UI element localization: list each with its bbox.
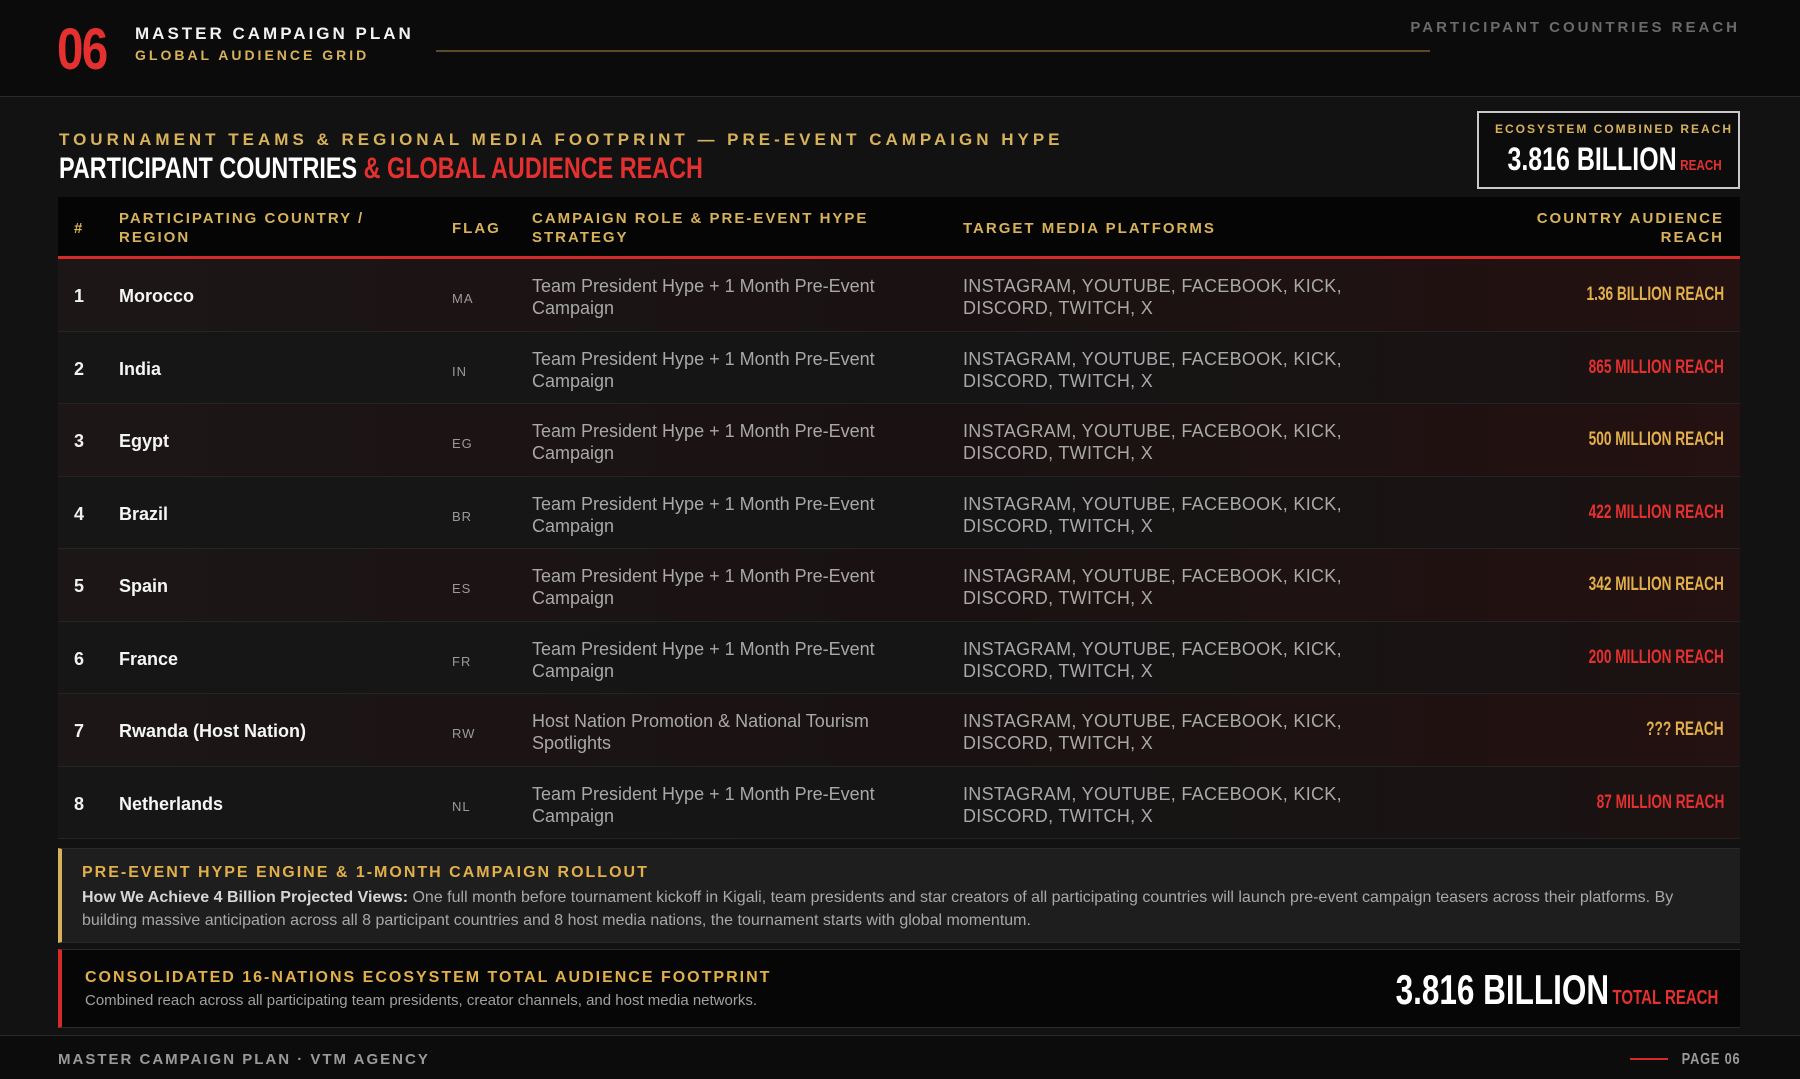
campaign-role: Team President Hype + 1 Month Pre-Event …	[532, 493, 875, 536]
row-number: 8	[74, 793, 85, 814]
country-reach: 1.36 BILLION REACH	[1586, 284, 1724, 305]
hype-engine-body: How We Achieve 4 Billion Projected Views…	[82, 886, 1722, 932]
col-header-reach: COUNTRY AUDIENCE REACH	[1536, 210, 1724, 246]
headline-white: PARTICIPANT COUNTRIES	[59, 152, 364, 185]
country-reach: 342 MILLION REACH	[1588, 574, 1724, 595]
country-flag-code: MA	[452, 291, 474, 306]
target-platforms: INSTAGRAM, YOUTUBE, FACEBOOK, KICK, DISC…	[963, 711, 1342, 753]
country-flag-code: EG	[452, 436, 473, 451]
table-row: 5 Spain ES Team President Hype + 1 Month Pr…	[58, 549, 1740, 622]
campaign-role: Team President Hype + 1 Month Pre-Event …	[532, 638, 875, 681]
target-platforms: INSTAGRAM, YOUTUBE, FACEBOOK, KICK, DISC…	[963, 493, 1342, 536]
target-platforms: INSTAGRAM, YOUTUBE, FACEBOOK, KICK, DISC…	[963, 276, 1342, 318]
country-flag-code: NL	[452, 798, 471, 814]
table-body: 1 Morocco MA Team President Hype + 1 Month …	[58, 259, 1740, 839]
campaign-role: Team President Hype + 1 Month Pre-Event …	[532, 566, 875, 608]
country-reach: 500 MILLION REACH	[1588, 429, 1724, 450]
consolidated-footprint-bar: CONSOLIDATED 16-NATIONS ECOSYSTEM TOTAL …	[58, 949, 1740, 1028]
table-header: # PARTICIPATING COUNTRY / REGION FLAG CA…	[58, 197, 1740, 259]
consolidated-unit: TOTAL REACH	[1612, 987, 1718, 1009]
header-divider	[436, 50, 1430, 52]
country-reach: 87 MILLION REACH	[1596, 791, 1724, 813]
consolidated-title: CONSOLIDATED 16-NATIONS ECOSYSTEM TOTAL …	[85, 969, 772, 986]
row-number: 5	[74, 576, 85, 596]
ecosystem-reach-box: ECOSYSTEM COMBINED REACH 3.816 BILLION R…	[1477, 111, 1740, 189]
col-header-country: PARTICIPATING COUNTRY / REGION	[119, 210, 365, 246]
col-header-flag: FLAG	[452, 220, 501, 237]
row-number: 7	[74, 721, 85, 741]
hype-engine-title: PRE-EVENT HYPE ENGINE & 1-MONTH CAMPAIGN…	[82, 864, 649, 881]
consolidated-subtitle: Combined reach across all participating …	[85, 992, 758, 1009]
row-number: 3	[74, 431, 85, 451]
hype-engine-lead: How We Achieve 4 Billion Projected Views…	[82, 889, 409, 906]
country-name: Egypt	[119, 431, 170, 451]
target-platforms: INSTAGRAM, YOUTUBE, FACEBOOK, KICK, DISC…	[963, 348, 1342, 391]
row-number: 2	[74, 358, 85, 379]
target-platforms: INSTAGRAM, YOUTUBE, FACEBOOK, KICK, DISC…	[963, 421, 1342, 463]
target-platforms: INSTAGRAM, YOUTUBE, FACEBOOK, KICK, DISC…	[963, 638, 1342, 681]
hype-engine-callout: PRE-EVENT HYPE ENGINE & 1-MONTH CAMPAIGN…	[58, 848, 1740, 943]
col-header-num: #	[74, 220, 85, 237]
page-title: PARTICIPANT COUNTRIES & GLOBAL AUDIENCE …	[59, 152, 703, 186]
country-name: France	[119, 648, 179, 669]
header-subtitle: GLOBAL AUDIENCE GRID	[135, 47, 370, 63]
campaign-role: Team President Hype + 1 Month Pre-Event …	[532, 348, 875, 391]
country-reach: ??? REACH	[1646, 719, 1724, 740]
footer-label: MASTER CAMPAIGN PLAN · VTM AGENCY	[58, 1051, 430, 1068]
section-kicker: TOURNAMENT TEAMS & REGIONAL MEDIA FOOTPR…	[59, 130, 1064, 149]
ecosystem-reach-unit: REACH	[1680, 157, 1722, 174]
ecosystem-reach-value: 3.816 BILLION REACH	[1508, 141, 1722, 178]
country-name: Brazil	[119, 503, 169, 524]
header-title: MASTER CAMPAIGN PLAN	[135, 24, 414, 43]
ecosystem-reach-number: 3.816 BILLION	[1507, 141, 1677, 177]
table-row: 8 Netherlands NL Team President Hype + 1 Mo…	[58, 766, 1740, 839]
consolidated-value: 3.816 BILLION TOTAL REACH	[1395, 966, 1718, 1014]
campaign-role: Team President Hype + 1 Month Pre-Event …	[532, 783, 875, 826]
col-header-platforms: TARGET MEDIA PLATFORMS	[963, 220, 1216, 237]
country-flag-code: BR	[452, 508, 473, 524]
page-footer: MASTER CAMPAIGN PLAN · VTM AGENCY PAGE 0…	[0, 1035, 1800, 1079]
table-row: 1 Morocco MA Team President Hype + 1 Month …	[58, 259, 1740, 332]
table-row: 3 Egypt EG Team President Hype + 1 Month Pr…	[58, 404, 1740, 477]
table-row: 6 France FR Team President Hype + 1 Month P…	[58, 621, 1740, 694]
country-name: India	[119, 358, 162, 379]
target-platforms: INSTAGRAM, YOUTUBE, FACEBOOK, KICK, DISC…	[963, 783, 1342, 826]
headline-red: & GLOBAL AUDIENCE REACH	[363, 152, 703, 185]
ecosystem-reach-label: ECOSYSTEM COMBINED REACH	[1495, 122, 1734, 136]
country-reach: 422 MILLION REACH	[1588, 501, 1724, 523]
campaign-role: Team President Hype + 1 Month Pre-Event …	[532, 276, 875, 318]
countries-table: # PARTICIPATING COUNTRY / REGION FLAG CA…	[58, 197, 1740, 839]
country-name: Netherlands	[119, 793, 224, 814]
col-header-role: CAMPAIGN ROLE & PRE-EVENT HYPE STRATEGY	[532, 210, 869, 246]
country-reach: 865 MILLION REACH	[1588, 356, 1724, 378]
consolidated-number: 3.816 BILLION	[1395, 966, 1609, 1013]
country-flag-code: RW	[452, 726, 476, 741]
table-row: 2 India IN Team President Hype + 1 Month Pr…	[58, 331, 1740, 404]
country-name: Spain	[119, 576, 169, 596]
page-header: 06 MASTER CAMPAIGN PLAN GLOBAL AUDIENCE …	[0, 0, 1800, 97]
header-section-label: PARTICIPANT COUNTRIES REACH	[1410, 19, 1740, 36]
country-flag-code: FR	[452, 653, 472, 669]
table-row: 7 Rwanda (Host Nation) RW Host Nation Promo…	[58, 694, 1740, 767]
country-flag-code: ES	[452, 581, 472, 596]
page-number: PAGE 06	[1681, 1051, 1740, 1068]
section-number: 06	[57, 17, 108, 82]
target-platforms: INSTAGRAM, YOUTUBE, FACEBOOK, KICK, DISC…	[963, 566, 1342, 608]
campaign-role: Host Nation Promotion & National Tourism…	[532, 711, 869, 753]
row-number: 4	[74, 503, 85, 524]
campaign-role: Team President Hype + 1 Month Pre-Event …	[532, 421, 875, 463]
table-row: 4 Brazil BR Team President Hype + 1 Month P…	[58, 476, 1740, 549]
country-flag-code: IN	[452, 363, 467, 379]
country-name: Morocco	[119, 286, 195, 306]
row-number: 1	[74, 286, 85, 306]
country-reach: 200 MILLION REACH	[1588, 646, 1724, 668]
country-name: Rwanda (Host Nation)	[119, 721, 306, 741]
footer-accent-line	[1630, 1058, 1668, 1060]
row-number: 6	[74, 648, 85, 669]
